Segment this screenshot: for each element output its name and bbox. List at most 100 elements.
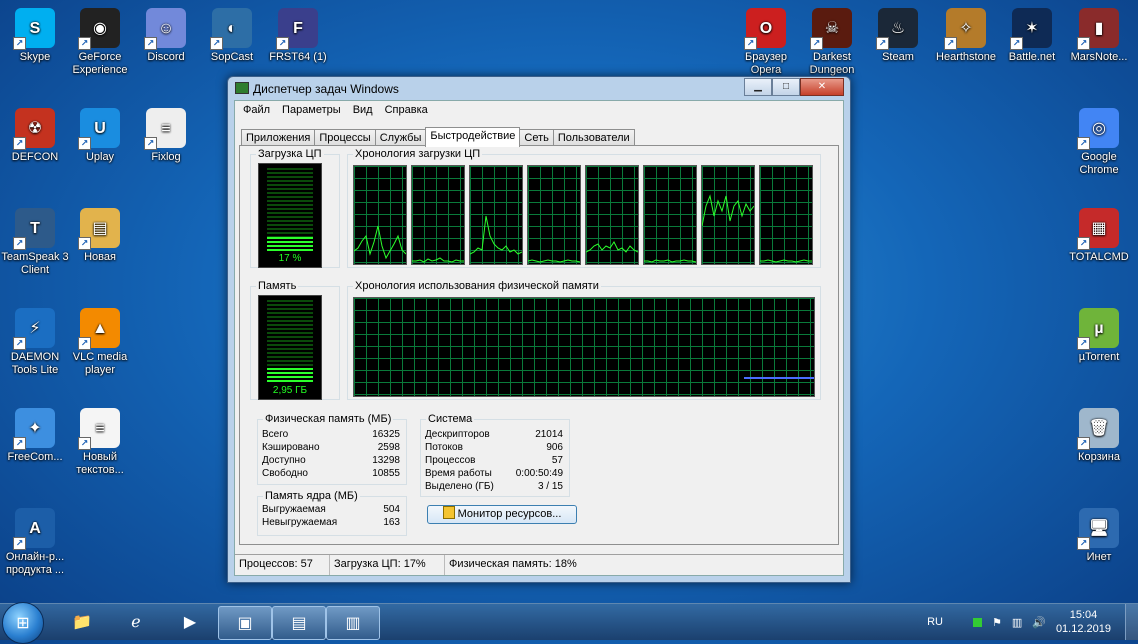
clock-time: 15:04 [1069, 609, 1098, 621]
memory-gauge-fill [267, 368, 313, 383]
shortcut-arrow-icon: ↗ [810, 37, 823, 50]
desktop-icon-label: Новый текстов... [76, 451, 124, 476]
desktop-icon[interactable]: F ↗ FRST64 (1) [263, 8, 333, 64]
shortcut-arrow-icon: ↗ [210, 37, 223, 50]
app-taskbar-button[interactable]: ▤ [272, 606, 326, 640]
desktop-icon[interactable]: S ↗ Skype [0, 8, 70, 64]
desktop-icon[interactable]: ✶ ↗ Battle.net [997, 8, 1067, 64]
app-icon: ▮ ↗ [1077, 8, 1119, 50]
cpu-core-graph [643, 165, 697, 265]
menu-help[interactable]: Справка [379, 101, 434, 120]
desktop-icon[interactable]: A ↗ Онлайн-р... продукта ... [0, 508, 70, 577]
desktop-icon[interactable]: ☺ ↗ Discord [131, 8, 201, 64]
app-icon: ◉ ↗ [78, 8, 120, 50]
menu-view[interactable]: Вид [347, 101, 379, 120]
desktop-icon[interactable]: ⚡ ↗ DAEMON Tools Lite [0, 308, 70, 377]
desktop-icon-label: Google Chrome [1079, 151, 1119, 176]
control-panel-taskbar-button[interactable]: ▣ [218, 606, 272, 640]
desktop-icon[interactable]: ☢ ↗ DEFCON [0, 108, 70, 164]
shortcut-arrow-icon: ↗ [78, 237, 91, 250]
menu-file[interactable]: Файл [237, 101, 276, 120]
app-icon: ▦ ↗ [1077, 208, 1119, 250]
stat-value: 10855 [372, 468, 400, 479]
status-cpu: Загрузка ЦП: 17% [330, 555, 445, 575]
menu-options[interactable]: Параметры [276, 101, 347, 120]
app-icon: ☺ ↗ [144, 8, 186, 50]
title-bar[interactable]: Диспетчер задач Windows ▁ □ ✕ [228, 77, 850, 99]
desktop-icon[interactable]: ✧ ↗ Hearthstone [931, 8, 1001, 64]
desktop-icon-label: SopCast [210, 51, 254, 63]
stat-label: Доступно [262, 455, 306, 466]
shortcut-arrow-icon: ↗ [13, 237, 26, 250]
tray-green-icon[interactable] [972, 617, 982, 627]
app-icon: 🖥 ↗ [1077, 508, 1119, 550]
close-button[interactable]: ✕ [800, 78, 844, 96]
desktop-icon[interactable]: ≡ ↗ Fixlog [131, 108, 201, 164]
memory-history-graph [353, 297, 815, 397]
stat-row: Процессов 57 [425, 455, 563, 468]
desktop-icon-label: Онлайн-р... продукта ... [5, 551, 65, 576]
app-icon: ✧ ↗ [944, 8, 986, 50]
desktop-icon[interactable]: ▮ ↗ MarsNote... [1064, 8, 1134, 64]
taskbar: ⊞ 📁 ℯ ▶ ▣ ▤ ▥ RU ⚑ ▥ 🔊 15:04 01.12.2019 [0, 602, 1138, 644]
ie-taskbar-button[interactable]: ℯ [110, 606, 162, 638]
desktop-icon[interactable]: T ↗ TeamSpeak 3 Client [0, 208, 70, 277]
stat-label: Выделено (ГБ) [425, 481, 494, 492]
stat-label: Всего [262, 429, 289, 440]
clock[interactable]: 15:04 01.12.2019 [1056, 608, 1111, 636]
desktop-icon-label: Skype [19, 51, 51, 63]
desktop-icon[interactable]: ✦ ↗ FreeCom... [0, 408, 70, 464]
window-client: Файл Параметры Вид Справка Приложения Пр… [234, 100, 844, 576]
system-tray: RU ⚑ ▥ 🔊 15:04 01.12.2019 [927, 604, 1138, 640]
minimize-button[interactable]: ▁ [744, 78, 772, 96]
desktop-icon[interactable]: ☠ ↗ Darkest Dungeon [797, 8, 867, 77]
desktop-icon[interactable]: ▤ ↗ Новая [65, 208, 135, 264]
desktop-icon[interactable]: 🖥 ↗ Инет [1064, 508, 1134, 564]
desktop-icon[interactable]: O ↗ Браузер Opera [731, 8, 801, 77]
desktop-icon-label: FRST64 (1) [269, 51, 327, 63]
start-button[interactable]: ⊞ [2, 602, 44, 644]
task-manager-taskbar-button[interactable]: ▥ [326, 606, 380, 640]
media-player-taskbar-button[interactable]: ▶ [164, 606, 216, 638]
desktop-icon[interactable]: ♨ ↗ Steam [863, 8, 933, 64]
stat-label: Процессов [425, 455, 476, 466]
desktop-icon-label: MarsNote... [1070, 51, 1128, 63]
desktop-icon[interactable]: ◉ ↗ GeForce Experience [65, 8, 135, 77]
app-icon: ▤ ↗ [78, 208, 120, 250]
cpu-core-graph [759, 165, 813, 265]
network-icon[interactable]: ▥ [1012, 616, 1022, 629]
desktop-icon[interactable]: ◎ ↗ Google Chrome [1064, 108, 1134, 177]
maximize-button[interactable]: □ [772, 78, 800, 96]
explorer-taskbar-button[interactable]: 📁 [56, 606, 108, 638]
desktop-icon[interactable]: µ ↗ µTorrent [1064, 308, 1134, 364]
language-indicator[interactable]: RU [927, 616, 943, 628]
show-desktop-button[interactable] [1125, 604, 1138, 640]
shield-icon [442, 506, 455, 519]
system-stats: Дескрипторов 21014 Потоков 906 Процессов 57 Вр… [425, 429, 563, 494]
volume-icon[interactable]: 🔊 [1032, 616, 1046, 629]
shortcut-arrow-icon: ↗ [1010, 37, 1023, 50]
desktop-icon[interactable]: ≡ ↗ Новый текстов... [65, 408, 135, 477]
desktop-icon[interactable]: ▦ ↗ TOTALCMD [1064, 208, 1134, 264]
resource-monitor-button[interactable]: Монитор ресурсов... [427, 505, 577, 524]
desktop-icon[interactable]: U ↗ Uplay [65, 108, 135, 164]
cpu-core-graph [469, 165, 523, 265]
physical-memory-stats: Всего 16325 Кэшировано 2598 Доступно 13298 Сво… [262, 429, 400, 481]
tab-performance[interactable]: Быстродействие [425, 127, 521, 147]
shortcut-arrow-icon: ↗ [1077, 37, 1090, 50]
shortcut-arrow-icon: ↗ [1077, 337, 1090, 350]
desktop-icon-label: DEFCON [11, 151, 59, 163]
app-icon: ◎ ↗ [1077, 108, 1119, 150]
stat-row: Выгружаемая 504 [262, 504, 400, 517]
desktop-icon[interactable]: ▲ ↗ VLC media player [65, 308, 135, 377]
resource-monitor-label: Монитор ресурсов... [457, 508, 562, 520]
desktop-icon[interactable]: 🗑 ↗ Корзина [1064, 408, 1134, 464]
cpu-core-graph [701, 165, 755, 265]
shortcut-arrow-icon: ↗ [876, 37, 889, 50]
shortcut-arrow-icon: ↗ [144, 37, 157, 50]
stat-value: 21014 [535, 429, 563, 440]
desktop-icon[interactable]: ◐ ↗ SopCast [197, 8, 267, 64]
flag-icon[interactable]: ⚑ [992, 616, 1002, 629]
cpu-core-trace [470, 215, 522, 255]
app-icon: ✶ ↗ [1010, 8, 1052, 50]
